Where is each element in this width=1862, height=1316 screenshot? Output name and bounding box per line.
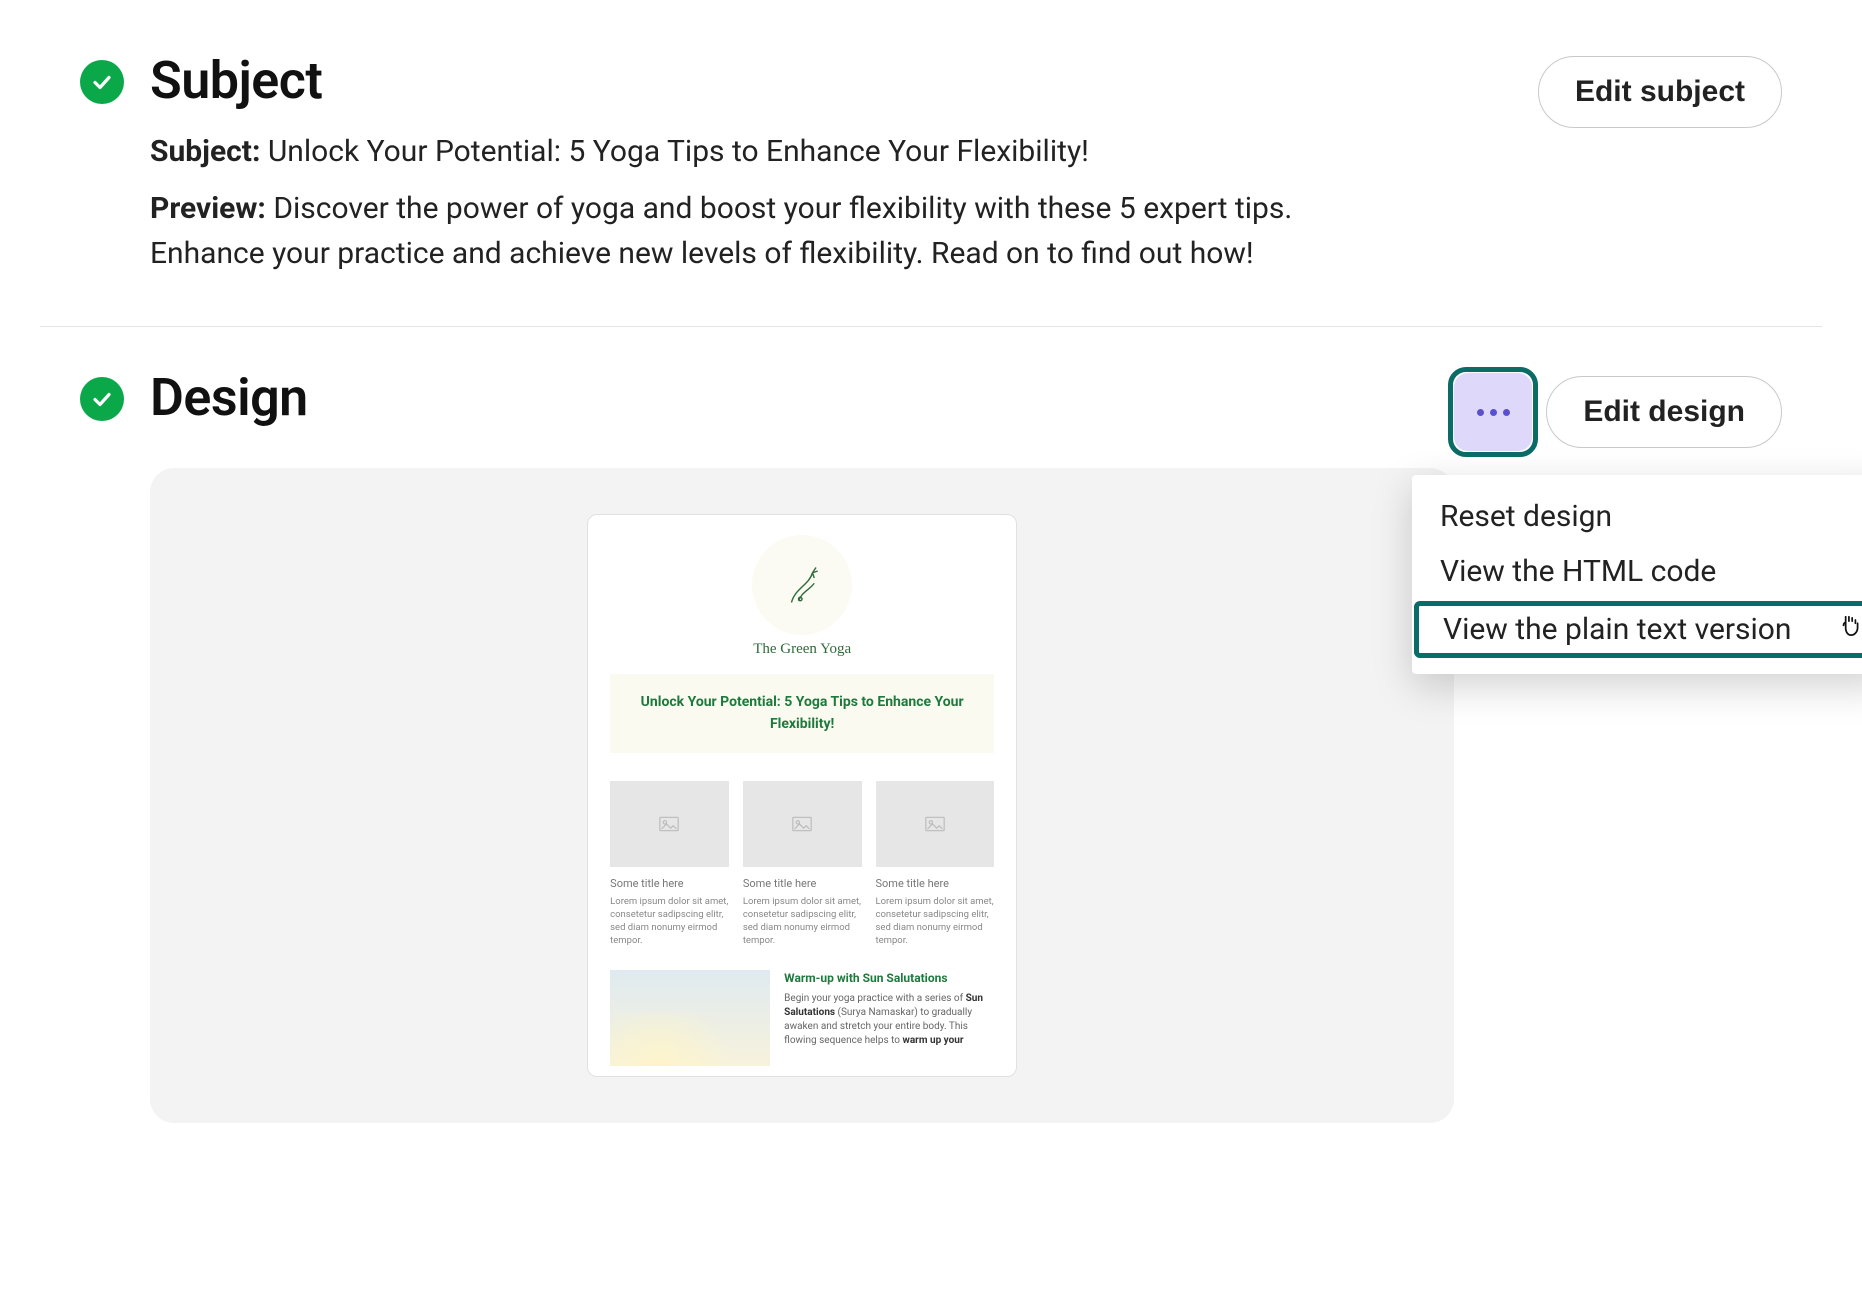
thumb-col: Some title here Lorem ipsum dolor sit am… — [743, 781, 862, 947]
edit-design-button[interactable]: Edit design — [1546, 376, 1782, 448]
thumb-title: Some title here — [743, 877, 862, 890]
subject-section: Subject Subject: Unlock Your Potential: … — [40, 40, 1822, 326]
design-more-menu: Reset design View the HTML code View the… — [1412, 475, 1862, 674]
edit-subject-button[interactable]: Edit subject — [1538, 56, 1782, 128]
thumb-col: Some title here Lorem ipsum dolor sit am… — [876, 781, 995, 947]
article-lead: Begin your yoga practice with a series o… — [784, 993, 965, 1004]
email-headline: Unlock Your Potential: 5 Yoga Tips to En… — [610, 674, 994, 753]
preview-value: Discover the power of yoga and boost you… — [150, 191, 1292, 271]
article-title: Warm-up with Sun Salutations — [784, 970, 994, 987]
image-placeholder-icon — [610, 781, 729, 867]
thumb-title: Some title here — [876, 877, 995, 890]
check-icon — [80, 60, 124, 104]
menu-view-html[interactable]: View the HTML code — [1412, 544, 1862, 599]
article-row: Warm-up with Sun Salutations Begin your … — [610, 970, 994, 1066]
design-more-button[interactable] — [1454, 373, 1532, 451]
subject-value: Unlock Your Potential: 5 Yoga Tips to En… — [268, 134, 1089, 169]
image-placeholder-icon — [876, 781, 995, 867]
design-section: Design The Green Yoga — [40, 326, 1822, 1173]
thumb-title: Some title here — [610, 877, 729, 890]
subject-title: Subject — [150, 50, 1538, 111]
brand-logo-icon — [752, 535, 852, 635]
more-icon — [1477, 409, 1510, 416]
thumb-text: Lorem ipsum dolor sit amet, consetetur s… — [610, 896, 729, 947]
article-image — [610, 970, 770, 1066]
thumb-col: Some title here Lorem ipsum dolor sit am… — [610, 781, 729, 947]
image-placeholder-icon — [743, 781, 862, 867]
subject-line: Subject: Unlock Your Potential: 5 Yoga T… — [150, 129, 1370, 174]
thumb-row: Some title here Lorem ipsum dolor sit am… — [610, 781, 994, 947]
email-preview-card: The Green Yoga Unlock Your Potential: 5 … — [587, 514, 1017, 1077]
subject-label: Subject: — [150, 134, 260, 169]
cursor-icon — [1837, 612, 1862, 647]
menu-reset-design[interactable]: Reset design — [1412, 489, 1862, 544]
thumb-text: Lorem ipsum dolor sit amet, consetetur s… — [743, 896, 862, 947]
brand-name: The Green Yoga — [610, 641, 994, 658]
preview-line: Preview: Discover the power of yoga and … — [150, 186, 1370, 276]
check-icon — [80, 377, 124, 421]
article-bold2: warm up your — [902, 1035, 963, 1046]
article-body: Warm-up with Sun Salutations Begin your … — [784, 970, 994, 1066]
thumb-text: Lorem ipsum dolor sit amet, consetetur s… — [876, 896, 995, 947]
design-preview: The Green Yoga Unlock Your Potential: 5 … — [150, 468, 1454, 1123]
design-title: Design — [150, 367, 1454, 428]
preview-label: Preview: — [150, 191, 266, 226]
menu-view-plain-text-label: View the plain text version — [1443, 612, 1791, 647]
menu-view-plain-text[interactable]: View the plain text version — [1414, 601, 1862, 658]
